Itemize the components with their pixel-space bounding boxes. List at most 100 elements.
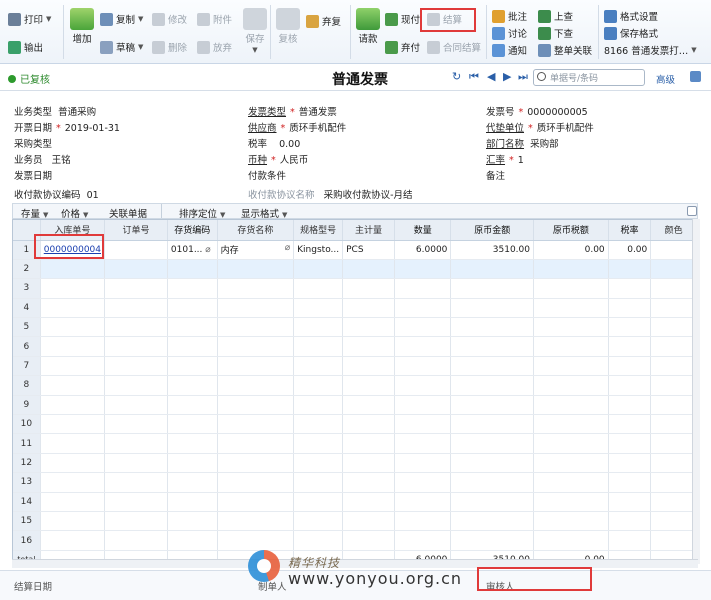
empty-cell[interactable] — [293, 433, 344, 454]
next-query-button[interactable]: 下查 — [538, 26, 573, 40]
empty-cell[interactable] — [533, 433, 609, 454]
table-row[interactable]: 12 — [13, 453, 697, 474]
empty-cell[interactable] — [40, 278, 106, 299]
empty-cell[interactable] — [293, 375, 344, 396]
empty-cell[interactable] — [104, 336, 168, 357]
empty-cell[interactable] — [533, 530, 609, 551]
empty-cell[interactable] — [342, 530, 395, 551]
empty-cell[interactable] — [217, 492, 295, 512]
empty-cell[interactable] — [40, 414, 106, 435]
empty-cell[interactable] — [650, 356, 697, 377]
empty-cell[interactable] — [293, 278, 344, 299]
abandon-button[interactable]: 放弃 — [197, 40, 232, 54]
export-button[interactable]: 输出 — [8, 40, 43, 54]
empty-cell[interactable] — [217, 395, 295, 416]
empty-cell[interactable] — [167, 259, 218, 280]
search-input[interactable]: 单据号/条码 — [533, 69, 645, 86]
empty-cell[interactable] — [342, 492, 395, 512]
exch-field[interactable]: 汇率 * 1 — [486, 152, 524, 166]
supplier-field[interactable]: 供应商 * 质环手机配件 — [248, 120, 346, 134]
empty-cell[interactable] — [293, 530, 344, 551]
empty-cell[interactable] — [608, 414, 652, 435]
discuss-button[interactable]: 讨论 — [492, 26, 527, 40]
empty-cell[interactable] — [104, 356, 168, 377]
col-order-no[interactable]: 订单号 — [104, 220, 168, 241]
table-row[interactable]: 7 — [13, 356, 697, 377]
empty-cell[interactable] — [40, 472, 106, 493]
amount-cell[interactable]: 3510.00 — [450, 240, 534, 260]
empty-cell[interactable] — [217, 472, 295, 493]
dept-field[interactable]: 部门名称 采购部 — [486, 136, 559, 150]
empty-cell[interactable] — [450, 356, 534, 377]
empty-cell[interactable] — [342, 259, 395, 280]
request-pay-button[interactable]: 请款 — [356, 8, 380, 45]
copy-button[interactable]: 复制 ▼ — [100, 12, 143, 26]
empty-cell[interactable] — [342, 298, 395, 319]
empty-cell[interactable] — [217, 375, 295, 396]
empty-cell[interactable] — [293, 356, 344, 377]
layout-icon[interactable] — [690, 71, 701, 82]
empty-cell[interactable] — [167, 453, 218, 474]
empty-cell[interactable] — [450, 511, 534, 532]
staff-field[interactable]: 业务员 王铭 — [14, 152, 71, 166]
currency-field[interactable]: 币种 * 人民币 — [248, 152, 308, 166]
prev-record-icon[interactable]: ◀ — [487, 70, 495, 83]
empty-cell[interactable] — [217, 511, 295, 532]
empty-cell[interactable] — [40, 511, 106, 532]
empty-cell[interactable] — [217, 433, 295, 454]
empty-cell[interactable] — [342, 433, 395, 454]
empty-cell[interactable] — [167, 356, 218, 377]
col-amount[interactable]: 原币金额 — [450, 220, 534, 241]
col-spec[interactable]: 规格型号 — [293, 220, 344, 241]
empty-cell[interactable] — [650, 298, 697, 319]
empty-cell[interactable] — [342, 336, 395, 357]
empty-cell[interactable] — [293, 492, 344, 512]
empty-cell[interactable] — [533, 472, 609, 493]
col-unit[interactable]: 主计量 — [342, 220, 395, 241]
agree-code-field[interactable]: 收付款协议编码 01 — [14, 187, 99, 201]
link-docs-button[interactable]: 关联单据 — [109, 206, 147, 220]
empty-cell[interactable] — [40, 375, 106, 396]
table-row[interactable]: 5 — [13, 317, 697, 338]
prev-query-button[interactable]: 上查 — [538, 9, 573, 23]
table-row[interactable]: 4 — [13, 298, 697, 319]
table-row[interactable]: 13 — [13, 472, 697, 493]
col-color[interactable]: 颜色 — [650, 220, 697, 241]
empty-cell[interactable] — [533, 414, 609, 435]
empty-cell[interactable] — [104, 414, 168, 435]
empty-cell[interactable] — [167, 472, 218, 493]
empty-cell[interactable] — [450, 395, 534, 416]
empty-cell[interactable] — [40, 453, 106, 474]
empty-cell[interactable] — [40, 336, 106, 357]
attach-button[interactable]: 附件 — [197, 12, 232, 26]
col-item-code[interactable]: 存货编码 — [167, 220, 218, 241]
table-row[interactable]: 14 — [13, 492, 697, 512]
empty-cell[interactable] — [533, 375, 609, 396]
price-menu[interactable]: 价格 ▼ — [61, 206, 88, 220]
pay-button[interactable]: 弃付 — [385, 40, 420, 54]
empty-cell[interactable] — [217, 259, 295, 280]
empty-cell[interactable] — [167, 336, 218, 357]
empty-cell[interactable] — [342, 317, 395, 338]
paperclip-icon[interactable]: ⌀ — [205, 245, 210, 255]
empty-cell[interactable] — [394, 317, 452, 338]
empty-cell[interactable] — [104, 530, 168, 551]
empty-cell[interactable] — [167, 395, 218, 416]
stock-menu[interactable]: 存量 ▼ — [21, 206, 48, 220]
sort-menu[interactable]: 排序定位 ▼ — [179, 206, 225, 220]
empty-cell[interactable] — [608, 259, 652, 280]
empty-cell[interactable] — [104, 492, 168, 512]
expand-icon[interactable] — [687, 206, 697, 216]
empty-cell[interactable] — [608, 317, 652, 338]
empty-cell[interactable] — [104, 259, 168, 280]
empty-cell[interactable] — [394, 336, 452, 357]
empty-cell[interactable] — [217, 336, 295, 357]
table-row[interactable]: 2 — [13, 259, 697, 280]
empty-cell[interactable] — [104, 298, 168, 319]
print-button[interactable]: 打印 ▼ — [8, 12, 51, 26]
rate-cell[interactable]: 0.00 — [608, 240, 652, 260]
empty-cell[interactable] — [450, 472, 534, 493]
empty-cell[interactable] — [450, 259, 534, 280]
empty-cell[interactable] — [533, 492, 609, 512]
empty-cell[interactable] — [394, 433, 452, 454]
